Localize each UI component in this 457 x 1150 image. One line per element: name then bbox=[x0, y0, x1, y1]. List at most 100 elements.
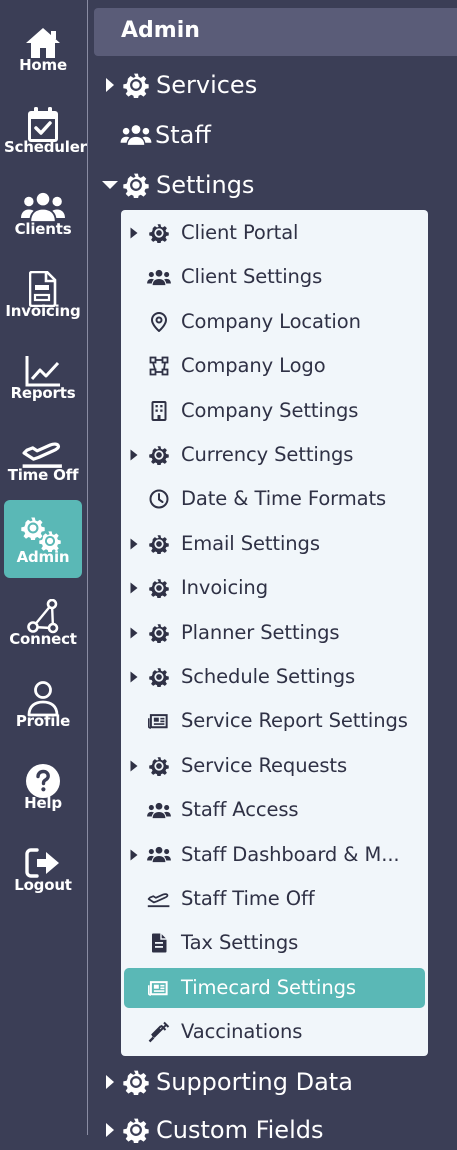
admin-header: Admin bbox=[94, 8, 457, 56]
caret-right-icon[interactable] bbox=[128, 227, 140, 239]
nav-connect[interactable]: Connect bbox=[4, 582, 82, 660]
settings-item-label: Staff Dashboard & M... bbox=[181, 842, 400, 866]
settings-item[interactable]: Tax Settings bbox=[121, 923, 428, 963]
map-pin-icon bbox=[147, 311, 171, 332]
settings-item[interactable]: Staff Access bbox=[121, 790, 428, 830]
caret-right-icon[interactable] bbox=[128, 849, 140, 861]
settings-item[interactable]: Company Logo bbox=[121, 346, 428, 386]
settings-item[interactable]: Company Settings bbox=[121, 391, 428, 431]
settings-item-label: Planner Settings bbox=[181, 620, 340, 644]
gear-icon bbox=[147, 756, 171, 776]
settings-item[interactable]: Email Settings bbox=[121, 524, 428, 564]
nav-help-label: Help bbox=[24, 794, 62, 812]
users-icon bbox=[147, 845, 171, 865]
tree-node-services[interactable]: Services bbox=[100, 65, 257, 105]
caret-right-icon[interactable] bbox=[100, 1122, 120, 1138]
caret-right-icon[interactable] bbox=[100, 1074, 120, 1090]
settings-item-label: Schedule Settings bbox=[181, 665, 356, 688]
gear-icon bbox=[147, 667, 171, 687]
tree-node-supporting-data[interactable]: Supporting Data bbox=[100, 1062, 353, 1102]
settings-item[interactable]: Staff Time Off bbox=[121, 879, 428, 919]
settings-item[interactable]: Service Report Settings bbox=[121, 701, 428, 741]
nav-admin[interactable]: Admin bbox=[4, 500, 82, 578]
settings-item[interactable]: Schedule Settings bbox=[121, 657, 428, 697]
caret-right-icon[interactable] bbox=[100, 77, 120, 93]
nav-time-off[interactable]: Time Off bbox=[4, 418, 82, 496]
nav-home[interactable]: Home bbox=[4, 8, 82, 86]
caret-right-icon[interactable] bbox=[128, 760, 140, 772]
gear-icon bbox=[147, 445, 171, 465]
users-icon bbox=[147, 267, 171, 287]
tree-node-label: Services bbox=[156, 71, 258, 99]
settings-item-label: Staff Access bbox=[181, 798, 299, 822]
nav-profile[interactable]: Profile bbox=[4, 664, 82, 742]
settings-item[interactable]: Vaccinations bbox=[121, 1012, 428, 1052]
syringe-icon bbox=[147, 1021, 171, 1043]
caret-right-icon[interactable] bbox=[128, 582, 140, 594]
nav-logout-label: Logout bbox=[14, 876, 72, 894]
settings-item-label: Staff Time Off bbox=[181, 887, 315, 910]
nav-scheduler-label: Scheduler bbox=[4, 138, 87, 156]
caret-right-icon[interactable] bbox=[128, 538, 140, 550]
settings-item[interactable]: Timecard Settings bbox=[124, 967, 425, 1008]
nav-logout[interactable]: Logout bbox=[4, 828, 82, 906]
nav-connect-label: Connect bbox=[9, 630, 77, 648]
settings-item[interactable]: Currency Settings bbox=[121, 435, 428, 475]
settings-item[interactable]: Client Portal bbox=[121, 213, 428, 253]
primary-sidebar: Home Scheduler Clients Invoicing Reports… bbox=[0, 0, 87, 1135]
nav-home-label: Home bbox=[19, 56, 67, 74]
settings-item-label: Service Report Settings bbox=[181, 709, 408, 733]
settings-item-label: Company Settings bbox=[181, 398, 359, 422]
settings-item[interactable]: Planner Settings bbox=[121, 613, 428, 653]
caret-right-icon[interactable] bbox=[128, 627, 140, 639]
nav-invoicing-label: Invoicing bbox=[5, 302, 81, 320]
tree-node-label: Settings bbox=[156, 171, 255, 199]
tree-node-label: Custom Fields bbox=[156, 1116, 324, 1144]
gear-icon bbox=[147, 534, 171, 554]
settings-item[interactable]: Staff Dashboard & M... bbox=[121, 835, 428, 875]
nav-clients[interactable]: Clients bbox=[4, 172, 82, 250]
tree-node-staff[interactable]: Staff bbox=[100, 115, 211, 155]
tree-node-label: Staff bbox=[155, 121, 211, 149]
sidebar-divider bbox=[87, 0, 88, 1135]
plane-icon bbox=[147, 889, 171, 909]
users-icon bbox=[120, 124, 152, 146]
admin-title: Admin bbox=[121, 18, 200, 43]
nav-reports[interactable]: Reports bbox=[4, 336, 82, 414]
gear-icon bbox=[147, 578, 171, 598]
settings-item-label: Company Location bbox=[181, 309, 361, 333]
nav-time-off-label: Time Off bbox=[7, 466, 79, 484]
settings-item-label: Email Settings bbox=[181, 531, 320, 555]
users-icon bbox=[147, 800, 171, 820]
settings-item[interactable]: Service Requests bbox=[121, 746, 428, 786]
settings-item-label: Date & Time Formats bbox=[181, 487, 387, 511]
gear-icon bbox=[120, 1069, 152, 1095]
settings-item-label: Vaccinations bbox=[181, 1020, 303, 1044]
settings-item-label: Tax Settings bbox=[181, 931, 299, 955]
nav-scheduler[interactable]: Scheduler bbox=[4, 90, 87, 168]
settings-item-label: Client Portal bbox=[181, 221, 299, 244]
newspaper-icon bbox=[147, 711, 171, 731]
nav-invoicing[interactable]: Invoicing bbox=[4, 254, 82, 332]
newspaper-icon bbox=[147, 978, 171, 998]
caret-down-icon[interactable] bbox=[100, 180, 120, 190]
settings-item[interactable]: Date & Time Formats bbox=[121, 479, 428, 519]
tree-node-custom-fields[interactable]: Custom Fields bbox=[100, 1110, 323, 1150]
nav-clients-label: Clients bbox=[14, 220, 72, 238]
caret-right-icon[interactable] bbox=[128, 671, 140, 683]
settings-item[interactable]: Invoicing bbox=[121, 568, 428, 608]
settings-item[interactable]: Client Settings bbox=[121, 257, 428, 297]
settings-item[interactable]: Company Location bbox=[121, 302, 428, 342]
document-icon bbox=[147, 933, 171, 953]
tree-node-label: Supporting Data bbox=[156, 1068, 353, 1096]
nav-help[interactable]: Help bbox=[4, 746, 82, 824]
nav-reports-label: Reports bbox=[10, 384, 76, 402]
clock-icon bbox=[147, 489, 171, 509]
settings-item-label: Timecard Settings bbox=[181, 975, 356, 999]
caret-right-icon[interactable] bbox=[128, 449, 140, 461]
settings-item-label: Currency Settings bbox=[181, 443, 354, 466]
settings-item-label: Invoicing bbox=[181, 576, 268, 600]
tree-node-settings[interactable]: Settings bbox=[100, 165, 254, 205]
vector-shape-icon bbox=[147, 356, 171, 376]
gear-icon bbox=[120, 1117, 152, 1143]
